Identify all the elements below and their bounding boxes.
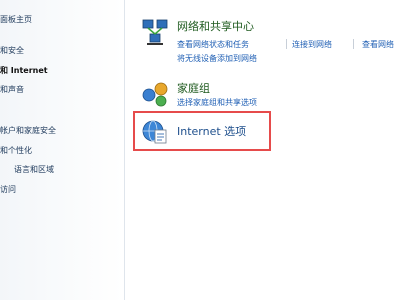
sidebar-item-user-accounts[interactable]: 帐户和家庭安全	[0, 125, 56, 136]
homegroup-sharing-options-link[interactable]: 选择家庭组和共享选项	[177, 97, 257, 108]
sidebar-item-network-internet[interactable]: 和 Internet	[0, 65, 48, 76]
sidebar-item-appearance[interactable]: 和个性化	[0, 145, 32, 156]
view-network-link[interactable]: 查看网络	[362, 39, 394, 50]
sidebar-item-system-security[interactable]: 和安全	[0, 45, 24, 56]
homegroup-icon	[142, 82, 168, 107]
connect-to-network-link[interactable]: 连接到网络	[292, 39, 332, 50]
sidebar-item-ease-of-access[interactable]: 访问	[0, 184, 16, 195]
network-icon	[142, 19, 168, 45]
link-separator	[353, 39, 354, 49]
network-sharing-center-section: 网络和共享中心 查看网络状态和任务 连接到网络 查看网络 将无线设备添加到网络	[140, 18, 400, 68]
sidebar-item-control-panel-home[interactable]: 面板主页	[0, 14, 32, 25]
homegroup-title[interactable]: 家庭组	[177, 80, 210, 96]
highlight-box	[133, 111, 271, 151]
view-network-status-link[interactable]: 查看网络状态和任务	[177, 39, 249, 50]
add-wireless-device-link[interactable]: 将无线设备添加到网络	[177, 53, 257, 64]
sidebar-item-language-region[interactable]: 语言和区域	[14, 164, 54, 175]
link-separator	[286, 39, 287, 49]
sidebar: 面板主页 和安全 和 Internet 和声音 帐户和家庭安全 和个性化 语言和…	[0, 0, 125, 300]
network-sharing-center-title[interactable]: 网络和共享中心	[177, 18, 254, 34]
sidebar-item-hardware-sound[interactable]: 和声音	[0, 84, 24, 95]
homegroup-section: 家庭组 选择家庭组和共享选项	[140, 78, 340, 112]
